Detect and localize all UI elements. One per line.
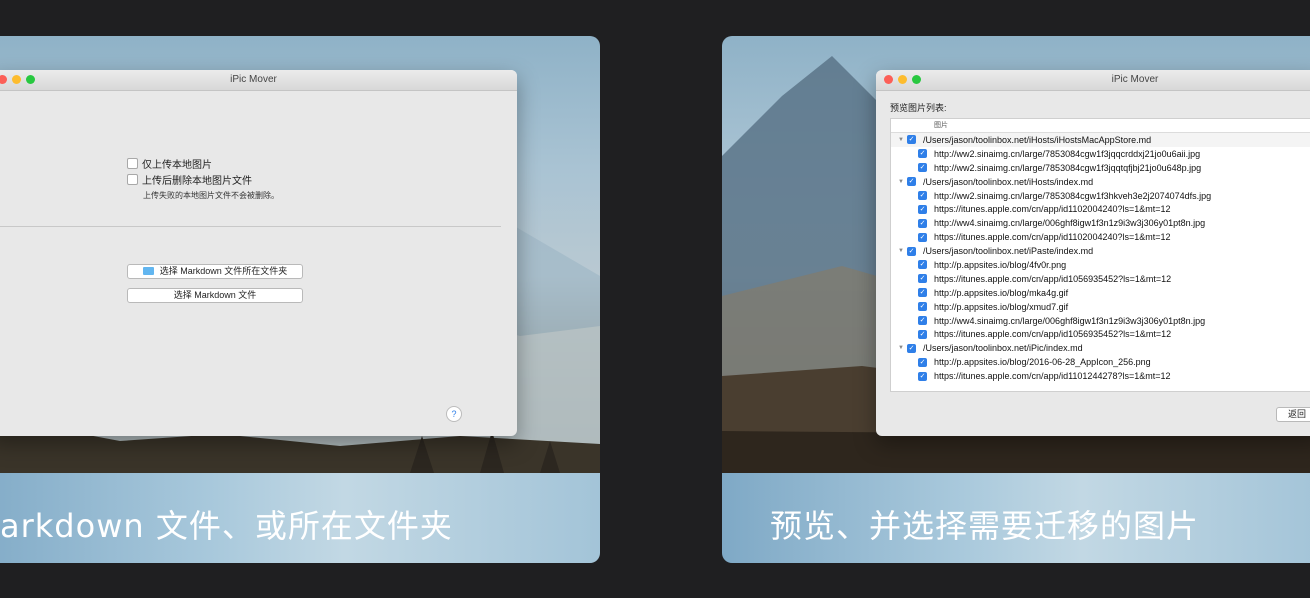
ipic-mover-window: iPic Mover 仅上传本地图片 上传后删除本地图片文件 上传失败的本地图片… — [0, 70, 517, 436]
disclosure-triangle-icon[interactable]: ▼ — [896, 179, 906, 185]
image-url-row[interactable]: ✓ https://itunes.apple.com/cn/app/id10569… — [891, 272, 1310, 286]
button-label: 选择 Markdown 文件所在文件夹 — [159, 266, 288, 276]
checkbox-checked-icon[interactable]: ✓ — [918, 260, 927, 270]
row-text: https://itunes.apple.com/cn/app/id110200… — [934, 232, 1171, 243]
image-url-row[interactable]: ✓ https://itunes.apple.com/cn/app/id11012… — [891, 369, 1310, 383]
checkbox-checked-icon[interactable]: ✓ — [907, 343, 916, 353]
file-group-row[interactable]: ▼ ✓ /Users/jason/toolinbox.net/iPic/index.… — [891, 341, 1310, 355]
traffic-lights — [884, 75, 921, 84]
checkbox-label: 上传后删除本地图片文件 — [142, 176, 252, 187]
checkbox-checked-icon[interactable]: ✓ — [918, 357, 927, 367]
image-url-row[interactable]: ✓ http://p.appsites.io/blog/4fv0r.png — [891, 258, 1310, 272]
row-text: /Users/jason/toolinbox.net/iPaste/index.… — [923, 246, 1094, 257]
list-rows: ▼ ✓/Users/jason/toolinbox.net/iHosts/iHos… — [891, 133, 1310, 383]
close-window-button[interactable] — [884, 75, 893, 84]
row-text: http://p.appsites.io/blog/4fv0r.png — [934, 259, 1067, 270]
row-text: http://p.appsites.io/blog/xmud7.gif — [934, 301, 1069, 312]
caption-banner: 预览、并选择需要迁移的图片 — [722, 473, 1310, 563]
checkbox-checked-icon[interactable]: ✓ — [918, 371, 927, 381]
minimize-window-button[interactable] — [898, 75, 907, 84]
file-group-row[interactable]: ▼ ✓ /Users/jason/toolinbox.net/iPaste/inde… — [891, 244, 1310, 258]
left-feature-card: arkdown 文件、或所在文件夹 iPic Mover 仅上传本地图片 上传后… — [0, 36, 600, 563]
disclosure-triangle-icon[interactable]: ▼ — [896, 248, 906, 254]
checkbox-checked-icon[interactable]: ✓ — [918, 274, 927, 284]
image-url-row[interactable]: ✓ http://ww4.sinaimg.cn/large/006ghf8igw1… — [891, 216, 1310, 230]
checkbox-checked-icon[interactable]: ✓ — [918, 329, 927, 339]
row-text: https://itunes.apple.com/cn/app/id105693… — [934, 273, 1172, 284]
delete-after-upload-checkbox[interactable]: 上传后删除本地图片文件 — [127, 172, 252, 187]
column-header-image: 图片 — [891, 119, 1310, 133]
checkbox-checked-icon[interactable]: ✓ — [918, 302, 927, 312]
row-text: /Users/jason/toolinbox.net/iHosts/iHosts… — [923, 134, 1152, 145]
window-title: iPic Mover — [1111, 74, 1159, 85]
row-text: http://p.appsites.io/blog/mka4g.gif — [934, 287, 1069, 298]
caption-banner: arkdown 文件、或所在文件夹 — [0, 473, 600, 563]
disclosure-triangle-icon[interactable]: ▼ — [896, 137, 906, 143]
checkbox-checked-icon[interactable]: ✓ — [918, 218, 927, 228]
row-text: http://ww4.sinaimg.cn/large/006ghf8igw1f… — [934, 315, 1206, 326]
image-url-row[interactable]: ✓ http://p.appsites.io/blog/xmud7.gif — [891, 300, 1310, 314]
image-url-row[interactable]: ✓ https://itunes.apple.com/cn/app/id11020… — [891, 202, 1310, 216]
button-label: 选择 Markdown 文件 — [173, 290, 257, 300]
right-feature-card: 预览、并选择需要迁移的图片 iPic Mover 预览图片列表: 图片 ▼ ✓/U… — [722, 36, 1310, 563]
disclosure-triangle-icon[interactable]: ▼ — [896, 345, 906, 351]
caption-text: 预览、并选择需要迁移的图片 — [770, 507, 1200, 545]
select-folder-button[interactable]: 选择 Markdown 文件所在文件夹 — [127, 264, 303, 279]
file-group-row[interactable]: ▼ ✓ /Users/jason/toolinbox.net/iHosts/iHos… — [891, 133, 1310, 147]
image-url-row[interactable]: ✓ https://itunes.apple.com/cn/app/id10569… — [891, 327, 1310, 341]
checkbox-checked-icon[interactable]: ✓ — [918, 232, 927, 242]
zoom-window-button[interactable] — [26, 75, 35, 84]
row-text: /Users/jason/toolinbox.net/iPic/index.md — [923, 343, 1083, 354]
window-titlebar: iPic Mover — [876, 70, 1310, 91]
select-file-button[interactable]: 选择 Markdown 文件 — [127, 288, 303, 303]
image-url-row[interactable]: ✓ https://itunes.apple.com/cn/app/id11020… — [891, 230, 1310, 244]
ipic-mover-window: iPic Mover 预览图片列表: 图片 ▼ ✓/Users/jason/too… — [876, 70, 1310, 436]
row-text: http://ww4.sinaimg.cn/large/006ghf8igw1f… — [934, 218, 1206, 229]
minimize-window-button[interactable] — [12, 75, 21, 84]
row-text: http://ww2.sinaimg.cn/large/7853084cgw1f… — [934, 148, 1201, 159]
delete-note: 上传失败的本地图片文件不会被删除。 — [143, 191, 279, 200]
checkbox-checked-icon[interactable]: ✓ — [918, 288, 927, 298]
checkbox-checked-icon[interactable]: ✓ — [907, 246, 916, 256]
checkbox-box[interactable] — [127, 158, 138, 169]
window-title: iPic Mover — [230, 74, 277, 85]
checkbox-checked-icon[interactable]: ✓ — [907, 177, 916, 187]
checkbox-checked-icon[interactable]: ✓ — [918, 204, 927, 214]
preview-list-label: 预览图片列表: — [890, 103, 947, 113]
checkbox-checked-icon[interactable]: ✓ — [907, 135, 916, 145]
row-text: http://ww2.sinaimg.cn/large/7853084cgw1f… — [934, 162, 1202, 173]
traffic-lights — [0, 75, 35, 84]
row-text: https://itunes.apple.com/cn/app/id105693… — [934, 329, 1172, 340]
image-url-row[interactable]: ✓ http://p.appsites.io/blog/mka4g.gif — [891, 286, 1310, 300]
checkbox-checked-icon[interactable]: ✓ — [918, 149, 927, 159]
row-text: https://itunes.apple.com/cn/app/id110124… — [934, 371, 1171, 382]
caption-text: arkdown 文件、或所在文件夹 — [0, 507, 453, 545]
image-url-row[interactable]: ✓ http://ww4.sinaimg.cn/large/006ghf8igw1… — [891, 314, 1310, 328]
checkbox-label: 仅上传本地图片 — [142, 160, 212, 171]
window-titlebar: iPic Mover — [0, 70, 517, 91]
row-text: /Users/jason/toolinbox.net/iHosts/index.… — [923, 176, 1094, 187]
row-text: http://ww2.sinaimg.cn/large/7853084cgw1f… — [934, 190, 1212, 201]
checkbox-box[interactable] — [127, 174, 138, 185]
folder-icon — [142, 266, 154, 275]
section-divider — [0, 226, 501, 227]
back-button[interactable]: 返回 — [1276, 407, 1310, 422]
checkbox-checked-icon[interactable]: ✓ — [918, 316, 927, 326]
checkbox-checked-icon[interactable]: ✓ — [918, 163, 927, 173]
row-text: http://p.appsites.io/blog/2016-06-28_App… — [934, 357, 1151, 368]
zoom-window-button[interactable] — [912, 75, 921, 84]
image-url-row[interactable]: ✓ http://ww2.sinaimg.cn/large/7853084cgw1… — [891, 161, 1310, 175]
image-url-row[interactable]: ✓ http://p.appsites.io/blog/2016-06-28_Ap… — [891, 355, 1310, 369]
preview-image-list[interactable]: 图片 ▼ ✓/Users/jason/toolinbox.net/iHosts/i… — [890, 118, 1310, 392]
help-icon[interactable]: ? — [446, 406, 462, 422]
upload-local-only-checkbox[interactable]: 仅上传本地图片 — [127, 156, 212, 171]
file-group-row[interactable]: ▼ ✓ /Users/jason/toolinbox.net/iHosts/inde… — [891, 175, 1310, 189]
row-text: https://itunes.apple.com/cn/app/id110200… — [934, 204, 1171, 215]
close-window-button[interactable] — [0, 75, 7, 84]
checkbox-checked-icon[interactable]: ✓ — [918, 191, 927, 200]
image-url-row[interactable]: ✓ http://ww2.sinaimg.cn/large/7853084cgw1… — [891, 147, 1310, 161]
image-url-row[interactable]: ✓ http://ww2.sinaimg.cn/large/7853084cgw1… — [891, 189, 1310, 203]
